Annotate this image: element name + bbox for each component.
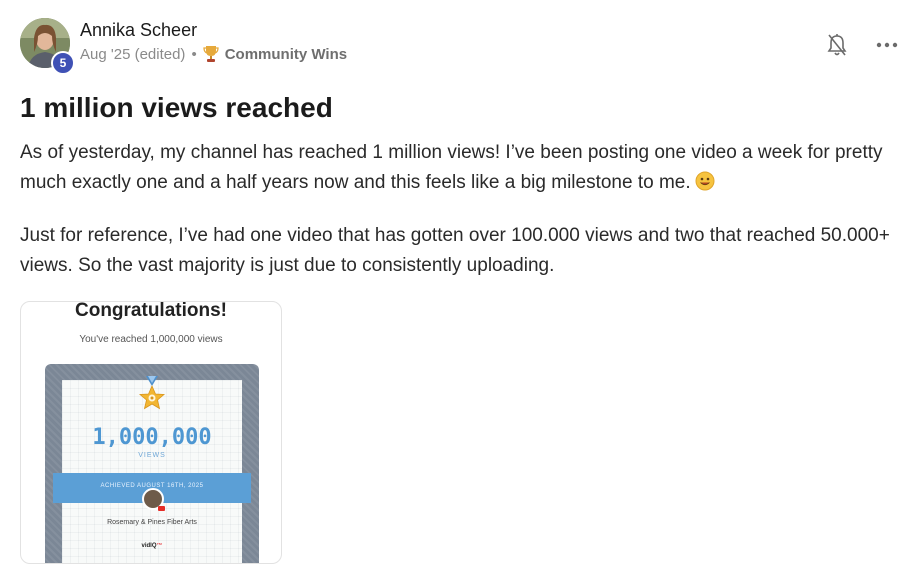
views-label: VIEWS	[138, 452, 166, 459]
youtube-icon	[158, 506, 165, 511]
category-link[interactable]: Community Wins	[225, 46, 347, 63]
certificate-frame: 1,000,000 VIEWS ACHIEVED AUGUST 16TH, 20…	[45, 364, 259, 563]
milestone-number: 1,000,000	[92, 425, 212, 450]
post-title: 1 million views reached	[20, 92, 333, 123]
channel-name: Rosemary & Pines Fiber Arts	[107, 519, 197, 526]
post-paragraph: As of yesterday, my channel has reached …	[20, 138, 900, 201]
post-date[interactable]: Aug '25 (edited)	[80, 46, 185, 63]
paragraph-1-text: As of yesterday, my channel has reached …	[20, 142, 883, 193]
certificate: 1,000,000 VIEWS ACHIEVED AUGUST 16TH, 20…	[53, 376, 251, 563]
post-meta: Annika Scheer Aug '25 (edited) • Communi…	[80, 20, 347, 63]
brand-logo: vidIQ™	[62, 543, 242, 549]
post-paragraph: Just for reference, I’ve had one video t…	[20, 225, 890, 276]
more-dots-icon[interactable]	[874, 32, 900, 58]
bell-off-icon[interactable]	[824, 32, 850, 58]
brand-main: vidIQ	[141, 543, 157, 549]
level-badge: 5	[51, 51, 75, 75]
image-heading: Congratulations!	[75, 301, 227, 321]
post-header: 5 Annika Scheer Aug '25 (edited) • Commu…	[20, 18, 900, 75]
author-name[interactable]: Annika Scheer	[80, 20, 347, 41]
medal-icon	[138, 376, 166, 410]
post-card: 5 Annika Scheer Aug '25 (edited) • Commu…	[20, 18, 900, 564]
post-actions	[824, 32, 900, 58]
image-subheading: You've reached 1,000,000 views	[79, 334, 223, 345]
author-avatar-wrap[interactable]: 5	[20, 18, 75, 75]
brand-accent: ™	[156, 543, 163, 549]
trophy-icon	[203, 45, 219, 63]
separator-dot: •	[191, 45, 197, 63]
smile-emoji-icon	[695, 171, 715, 201]
post-body: As of yesterday, my channel has reached …	[20, 138, 900, 281]
post-image-card[interactable]: Congratulations! You've reached 1,000,00…	[20, 301, 282, 564]
post-subline: Aug '25 (edited) • Community Wins	[80, 45, 347, 63]
